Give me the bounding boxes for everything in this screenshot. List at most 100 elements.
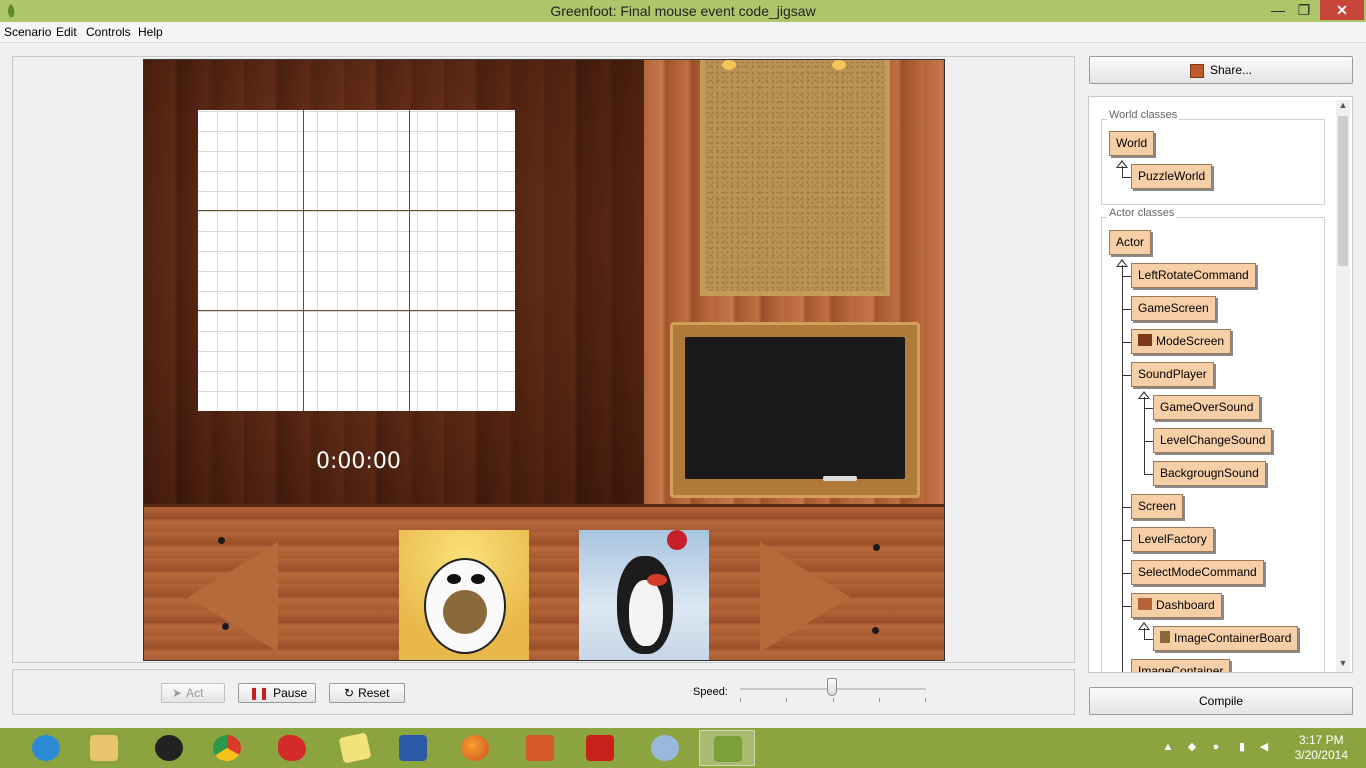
chrome-icon[interactable] (199, 730, 255, 766)
sticky-notes-icon[interactable] (327, 730, 383, 766)
chalkboard (670, 322, 920, 498)
execution-controls: ➤ Act ❚❚ Pause ↻ Reset Speed: (12, 669, 1075, 715)
class-gameoversound[interactable]: GameOverSound (1153, 395, 1261, 420)
menu-bar: Scenario Edit Controls Help (0, 22, 1366, 43)
file-explorer-icon[interactable] (76, 730, 132, 766)
class-backgrougnsound[interactable]: BackgrougnSound (1153, 461, 1266, 486)
right-arrow-button[interactable] (760, 542, 850, 652)
class-soundplayer[interactable]: SoundPlayer (1131, 362, 1214, 387)
tree-line (1122, 672, 1131, 673)
penguin-hat (667, 530, 687, 550)
reset-label: Reset (358, 686, 390, 700)
class-screen[interactable]: Screen (1131, 494, 1184, 519)
imagecontainerboard-image-icon (1160, 631, 1170, 643)
class-imagecontainerboard-label: ImageContainerBoard (1174, 631, 1292, 645)
close-button[interactable]: ✕ (1320, 0, 1364, 20)
class-selectmodecommand[interactable]: SelectModeCommand (1131, 560, 1264, 585)
class-puzzleworld[interactable]: PuzzleWorld (1131, 164, 1213, 189)
slider-tick (925, 698, 926, 702)
speed-slider-thumb[interactable] (827, 678, 837, 696)
tree-line (1122, 540, 1131, 541)
class-dashboard[interactable]: Dashboard (1131, 593, 1222, 618)
puzzle-grid[interactable] (198, 110, 515, 411)
scrollbar-thumb[interactable] (1338, 116, 1348, 266)
chalkboard-surface (685, 337, 905, 479)
pin-icon (832, 60, 846, 70)
share-button[interactable]: Share... (1089, 56, 1353, 84)
slider-tick (879, 698, 880, 702)
title-bar: Greenfoot: Final mouse event code_jigsaw… (0, 0, 1366, 22)
firefox-glyph (461, 735, 489, 761)
tree-line (1144, 441, 1153, 442)
paint-glyph (278, 735, 306, 761)
firefox-icon[interactable] (447, 730, 503, 766)
act-icon: ➤ (172, 686, 183, 700)
class-levelfactory[interactable]: LevelFactory (1131, 527, 1214, 552)
acrobat-icon[interactable] (572, 730, 628, 766)
chrome-glyph (213, 735, 241, 761)
dashboard-image-icon (1138, 598, 1152, 610)
slider-tick (740, 698, 741, 702)
menu-controls[interactable]: Controls (86, 25, 131, 39)
pause-label: Pause (273, 686, 308, 700)
system-clock[interactable]: 3:17 PM 3/20/2014 (1295, 733, 1348, 763)
class-imagecontainer[interactable]: ImageContainer (1131, 659, 1231, 672)
window-title: Greenfoot: Final mouse event code_jigsaw (550, 3, 816, 19)
folder-glyph (90, 735, 118, 761)
share-icon (1189, 63, 1204, 78)
penguin-image-thumbnail[interactable] (579, 530, 709, 660)
tree-line (1122, 342, 1131, 343)
class-world[interactable]: World (1109, 131, 1155, 156)
pause-icon: ❚❚ (249, 686, 270, 700)
menu-scenario[interactable]: Scenario (4, 25, 51, 39)
scroll-up-icon[interactable]: ▲ (1336, 100, 1350, 114)
slider-tick (833, 698, 834, 702)
class-browser-scrollbar[interactable]: ▲ ▼ (1336, 100, 1350, 672)
pause-button[interactable]: ❚❚ Pause (238, 683, 316, 703)
word-glyph (399, 735, 427, 761)
actor-classes-label: Actor classes (1107, 207, 1177, 219)
restore-button[interactable]: ❐ (1290, 0, 1318, 20)
class-imagecontainerboard[interactable]: ImageContainerBoard (1153, 626, 1299, 651)
world-view[interactable]: 0:00:00 (143, 59, 945, 661)
battery-icon[interactable]: ▮ (1236, 741, 1248, 753)
blue-app-icon[interactable] (637, 730, 693, 766)
tree-line (1122, 573, 1131, 574)
paint-app-icon[interactable] (264, 730, 320, 766)
reset-button[interactable]: ↻ Reset (329, 683, 405, 703)
share-label: Share... (1209, 63, 1253, 77)
tree-line (1122, 375, 1131, 376)
notes-glyph (338, 732, 372, 764)
powerpoint-icon[interactable] (512, 730, 568, 766)
show-hidden-icons-icon[interactable]: ▲ (1162, 741, 1174, 753)
act-button[interactable]: ➤ Act (161, 683, 225, 703)
word-icon[interactable] (385, 730, 441, 766)
nail-icon (222, 623, 229, 630)
class-leftrotatecommand[interactable]: LeftRotateCommand (1131, 263, 1256, 288)
panda-image-thumbnail[interactable] (399, 530, 529, 660)
class-actor[interactable]: Actor (1109, 230, 1152, 255)
media-player-icon[interactable] (141, 730, 197, 766)
act-label: Act (186, 686, 204, 700)
class-gamescreen[interactable]: GameScreen (1131, 296, 1216, 321)
menu-help[interactable]: Help (138, 25, 163, 39)
greenfoot-taskbar-icon[interactable] (699, 730, 755, 766)
dropbox-icon[interactable]: ◆ (1186, 741, 1198, 753)
powerpoint-glyph (526, 735, 554, 761)
volume-icon[interactable]: ◀ (1258, 741, 1270, 753)
menu-edit[interactable]: Edit (56, 25, 77, 39)
tree-line (1144, 628, 1145, 639)
pin-icon (722, 60, 736, 70)
class-levelchangesound[interactable]: LevelChangeSound (1153, 428, 1273, 453)
scroll-down-icon[interactable]: ▼ (1336, 658, 1350, 672)
internet-explorer-icon[interactable] (18, 730, 74, 766)
left-arrow-button[interactable] (188, 542, 278, 652)
speed-label: Speed: (693, 686, 728, 698)
tree-line (1144, 474, 1153, 475)
compile-button[interactable]: Compile (1089, 687, 1353, 715)
class-modescreen[interactable]: ModeScreen (1131, 329, 1232, 354)
minimize-button[interactable]: — (1264, 0, 1292, 20)
acrobat-glyph (586, 735, 614, 761)
network-tray-icon[interactable]: ● (1210, 741, 1222, 753)
clock-time: 3:17 PM (1298, 733, 1344, 747)
